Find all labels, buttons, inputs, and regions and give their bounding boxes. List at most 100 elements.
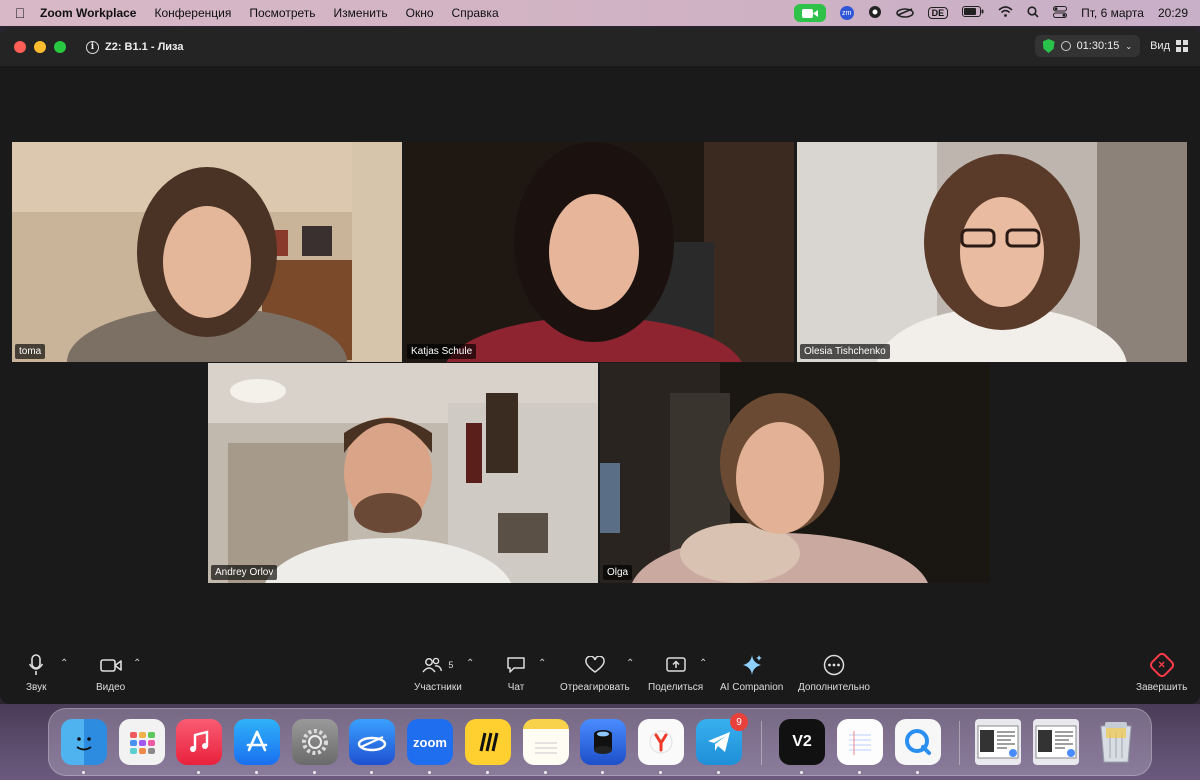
more-label: Дополнительно: [798, 682, 870, 693]
video-feed: [404, 142, 794, 362]
ai-companion-label: AI Companion: [720, 682, 784, 693]
control-center-icon[interactable]: [1053, 5, 1068, 21]
menubar-date[interactable]: Пт, 6 марта: [1081, 6, 1144, 20]
music-icon[interactable]: [176, 719, 222, 765]
zm-status-icon[interactable]: zm: [839, 6, 854, 20]
meeting-timer: 01:30:15: [1076, 40, 1120, 52]
chevron-down-icon[interactable]: ⌄: [1125, 42, 1132, 51]
app-status-icon[interactable]: [868, 5, 882, 22]
meeting-title: Z2: B1.1 - Лиза: [105, 41, 184, 53]
close-window-button[interactable]: [14, 41, 26, 53]
share-screen-icon: [665, 657, 686, 672]
vpn-app-label: V2: [792, 733, 812, 750]
video-feed: [797, 142, 1187, 362]
zoom-status-camera-icon[interactable]: [793, 4, 826, 22]
trash-icon[interactable]: [1093, 719, 1139, 765]
v2-vpn-app-icon[interactable]: V2: [779, 719, 825, 765]
video-tile[interactable]: Olga: [600, 363, 990, 583]
audio-options-chevron-icon[interactable]: ⌃: [60, 658, 68, 669]
menu-help[interactable]: Справка: [452, 6, 499, 20]
telegram-unread-badge: 9: [730, 713, 748, 731]
meeting-timer-pill[interactable]: 01:30:15 ⌄: [1034, 35, 1141, 57]
meeting-toolbar: Звук ⌃ Видео ⌃ 5 Участники ⌃ Чат ⌃ Отреа…: [0, 644, 1200, 704]
database-app-icon[interactable]: [580, 719, 626, 765]
video-feed: [600, 363, 990, 583]
participants-count: 5: [448, 660, 454, 670]
battery-icon[interactable]: [962, 6, 984, 20]
window-titlebar: i Z2: B1.1 - Лиза 01:30:15 ⌄ Вид: [0, 28, 1200, 66]
meeting-info[interactable]: i Z2: B1.1 - Лиза: [86, 40, 184, 54]
end-label: Завершить: [1136, 682, 1188, 693]
participants-options-chevron-icon[interactable]: ⌃: [466, 658, 474, 669]
more-dots-icon: [823, 654, 845, 676]
react-options-chevron-icon[interactable]: ⌃: [626, 658, 634, 669]
info-icon[interactable]: i: [86, 40, 99, 54]
menu-edit[interactable]: Изменить: [334, 6, 388, 20]
clock-icon: [1060, 41, 1071, 51]
view-button[interactable]: Вид: [1150, 40, 1188, 52]
video-feed: [208, 363, 598, 583]
system-settings-icon[interactable]: [292, 719, 338, 765]
microphone-icon: [29, 654, 44, 675]
menu-view[interactable]: Посмотреть: [249, 6, 315, 20]
app-menu[interactable]: Zoom Workplace: [40, 6, 136, 20]
react-button[interactable]: Отреагировать: [560, 654, 630, 693]
participants-icon: [422, 657, 443, 673]
more-button[interactable]: Дополнительно: [798, 654, 870, 693]
share-screen-button[interactable]: Поделиться: [648, 654, 703, 693]
yandex-browser-icon[interactable]: [638, 719, 684, 765]
apple-menu-icon[interactable]: : [0, 5, 40, 21]
dock-separator: [959, 721, 960, 765]
menubar-time[interactable]: 20:29: [1158, 6, 1188, 20]
fullscreen-window-button[interactable]: [54, 41, 66, 53]
telegram-icon[interactable]: 9: [696, 713, 748, 765]
zoom-app-label: zoom: [413, 734, 447, 750]
spotlight-search-icon[interactable]: [1027, 5, 1039, 21]
chat-options-chevron-icon[interactable]: ⌃: [538, 658, 546, 669]
app-store-icon[interactable]: [234, 719, 280, 765]
participant-name: Olesia Tishchenko: [800, 344, 890, 359]
zoom-meeting-window: i Z2: B1.1 - Лиза 01:30:15 ⌄ Вид toma Ka…: [0, 28, 1200, 704]
video-tile[interactable]: Olesia Tishchenko: [797, 142, 1187, 362]
heart-icon: [585, 656, 605, 673]
video-tile[interactable]: Andrey Orlov: [208, 363, 598, 583]
quicktime-player-icon[interactable]: [895, 719, 941, 765]
video-camera-icon: [99, 659, 122, 672]
share-options-chevron-icon[interactable]: ⌃: [699, 658, 707, 669]
video-button[interactable]: Видео: [96, 654, 125, 693]
chat-button[interactable]: Чат: [506, 654, 526, 693]
cloud-sync-app-icon[interactable]: [349, 719, 395, 765]
text-document-app-icon[interactable]: [837, 719, 883, 765]
finder-icon[interactable]: [61, 719, 107, 765]
menu-conference[interactable]: Конференция: [154, 6, 231, 20]
audio-label: Звук: [26, 682, 47, 693]
miro-icon[interactable]: [465, 719, 511, 765]
grid-view-icon: [1176, 40, 1188, 52]
launchpad-icon[interactable]: [119, 719, 165, 765]
encryption-shield-icon[interactable]: [1042, 39, 1055, 53]
participants-button[interactable]: 5 Участники: [414, 654, 462, 693]
minimize-window-button[interactable]: [34, 41, 46, 53]
end-meeting-button[interactable]: × Завершить: [1136, 650, 1188, 693]
ai-companion-button[interactable]: AI Companion: [720, 654, 783, 693]
participant-name: Andrey Orlov: [211, 565, 278, 580]
share-label: Поделиться: [648, 682, 704, 693]
video-gallery: toma Katjas Schule Olesia Tishchenko And…: [0, 66, 1200, 644]
video-tile-active-speaker[interactable]: Katjas Schule: [404, 142, 794, 362]
minimized-window-thumbnail[interactable]: [1033, 719, 1079, 765]
participant-name: Katjas Schule: [407, 344, 477, 359]
video-tile[interactable]: toma: [12, 142, 402, 362]
wifi-icon[interactable]: [998, 6, 1013, 20]
keyboard-layout-indicator[interactable]: DE: [927, 7, 949, 19]
zoom-app-icon[interactable]: zoom: [407, 719, 453, 765]
menu-window[interactable]: Окно: [406, 6, 434, 20]
minimized-window-thumbnail[interactable]: [975, 719, 1021, 765]
participant-name: Olga: [603, 565, 633, 580]
video-options-chevron-icon[interactable]: ⌃: [133, 658, 141, 669]
dock-separator: [761, 721, 762, 765]
react-label: Отреагировать: [560, 682, 630, 693]
audio-button[interactable]: Звук: [26, 654, 47, 693]
ai-sparkle-icon: [742, 655, 762, 675]
notes-icon[interactable]: [523, 719, 569, 765]
cloud-status-icon[interactable]: [895, 6, 914, 21]
